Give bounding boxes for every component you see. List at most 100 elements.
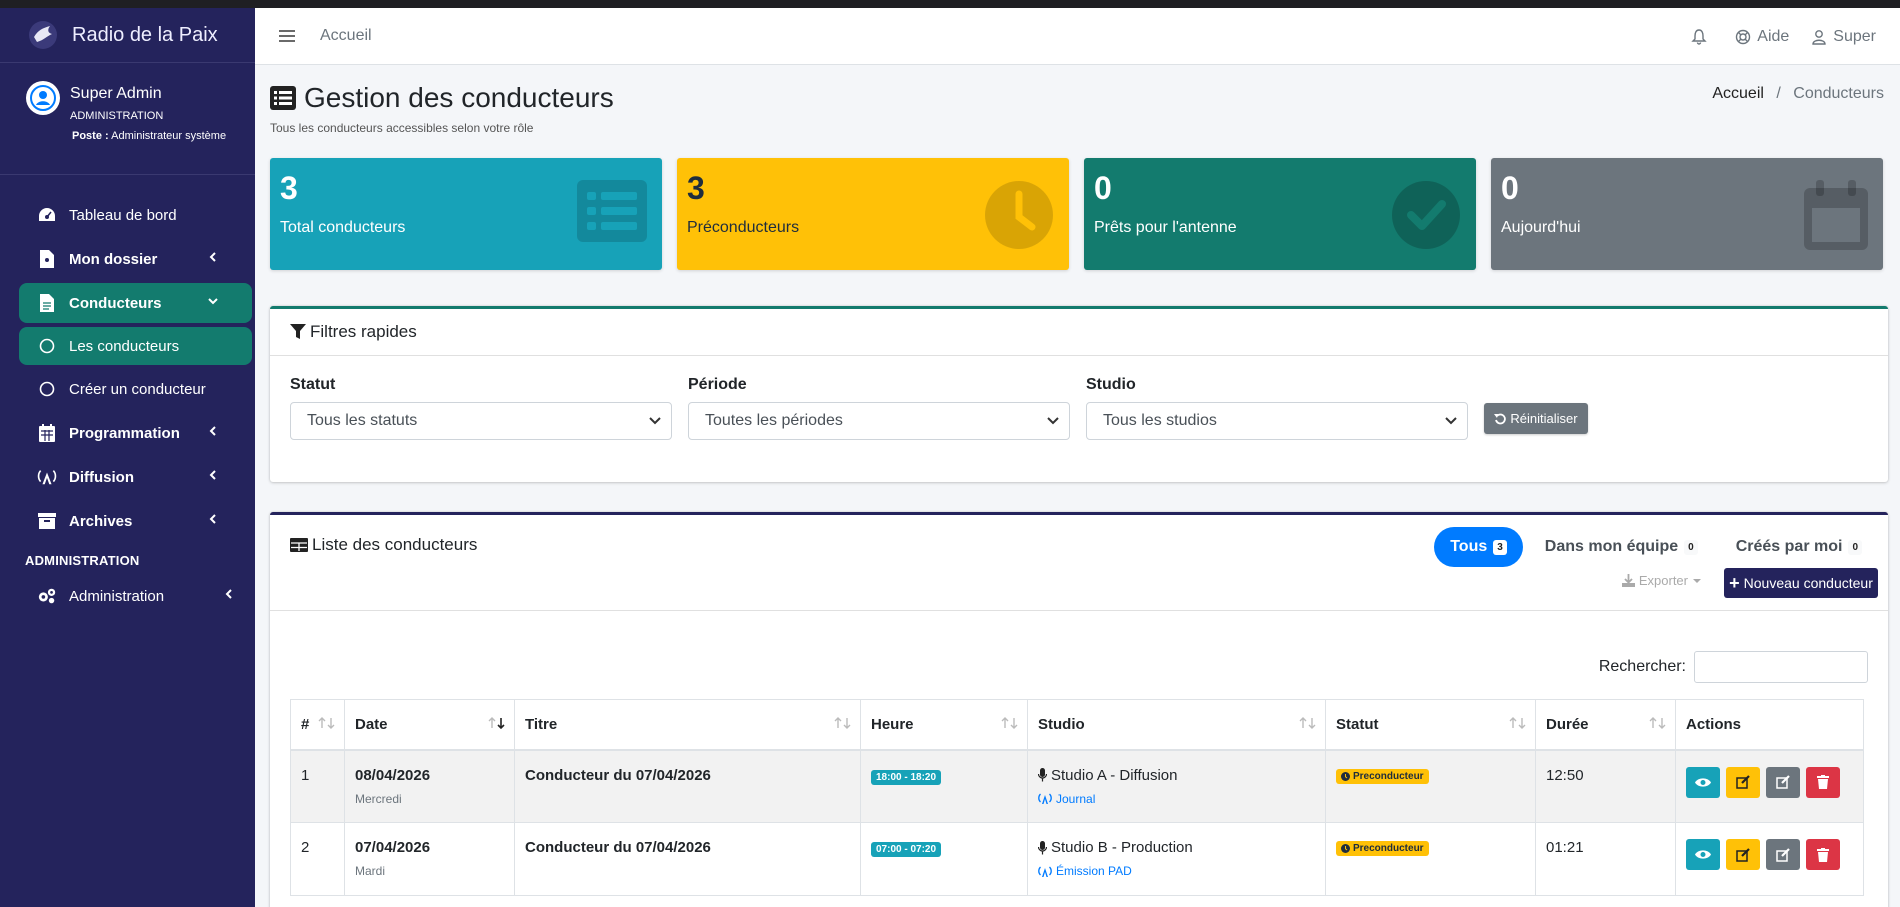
- microphone-icon: [1038, 768, 1047, 782]
- sidebar-item-tableau-de-bord[interactable]: Tableau de bord: [19, 195, 252, 235]
- column-header-num[interactable]: #: [290, 699, 345, 751]
- statut-select-value: Tous les statuts: [307, 412, 418, 429]
- tab-crees-par-moi[interactable]: Créés par moi 0: [1720, 527, 1878, 567]
- sidebar-item-mon-dossier[interactable]: Mon dossier: [19, 239, 252, 279]
- undo-icon: [1494, 413, 1507, 424]
- tab-mon-equipe[interactable]: Dans mon équipe 0: [1529, 527, 1714, 567]
- sidebar-item-label: Diffusion: [69, 468, 134, 486]
- notifications-button[interactable]: [1691, 28, 1713, 45]
- brand[interactable]: Radio de la Paix: [0, 8, 255, 63]
- cell-duration: 01:21: [1535, 822, 1676, 896]
- chevron-left-icon: [209, 426, 216, 436]
- new-conducteur-button[interactable]: + Nouveau conducteur: [1724, 568, 1878, 598]
- gears-icon: [37, 586, 57, 606]
- page-subtitle: Tous les conducteurs accessibles selon v…: [270, 121, 534, 135]
- tab-tous[interactable]: Tous 3: [1434, 527, 1523, 567]
- sidebar-item-label: Programmation: [69, 424, 180, 442]
- sort-icon: [1299, 717, 1316, 729]
- delete-button[interactable]: [1806, 839, 1840, 870]
- sidebar-item-programmation[interactable]: Programmation: [19, 413, 252, 453]
- day-value: Mardi: [355, 864, 386, 878]
- sidebar-item-conducteurs[interactable]: Conducteurs: [19, 283, 252, 323]
- quick-filters-header: Filtres rapides: [270, 309, 1888, 356]
- reset-filters-button[interactable]: Réinitialiser: [1484, 403, 1588, 434]
- sidebar-item-administration[interactable]: Administration: [19, 576, 252, 616]
- tab-count-badge: 0: [1684, 539, 1698, 555]
- column-header-date[interactable]: Date: [344, 699, 515, 751]
- statut-select[interactable]: Tous les statuts: [290, 402, 672, 440]
- table-row[interactable]: 1 08/04/2026 Mercredi Conducteur du 07/04…: [290, 749, 1864, 823]
- table-row[interactable]: 2 07/04/2026 Mardi Conducteur du 07/04/20…: [290, 822, 1864, 896]
- studio-name: Studio B - Production: [1038, 839, 1315, 856]
- chevron-left-icon: [209, 470, 216, 480]
- edit-content-button[interactable]: [1766, 839, 1800, 870]
- edit-button[interactable]: [1726, 839, 1760, 870]
- column-header-studio[interactable]: Studio: [1027, 699, 1326, 751]
- column-header-duree[interactable]: Durée: [1535, 699, 1676, 751]
- column-header-actions: Actions: [1675, 699, 1864, 751]
- view-button[interactable]: [1686, 839, 1720, 870]
- stat-total-conducteurs[interactable]: 3 Total conducteurs: [270, 158, 662, 270]
- cell-title: Conducteur du 07/04/2026: [514, 749, 861, 823]
- dove-logo-icon: [29, 21, 57, 49]
- status-badge: Preconducteur: [1336, 841, 1429, 856]
- time-badge: 07:00 - 07:20: [871, 842, 942, 857]
- sidebar-item-les-conducteurs[interactable]: Les conducteurs: [19, 327, 252, 365]
- cell-duration: 12:50: [1535, 749, 1676, 823]
- tab-label: Tous: [1450, 538, 1488, 555]
- page-title: Gestion des conducteurs: [270, 82, 614, 114]
- edit-button[interactable]: [1726, 766, 1760, 798]
- sidebar-item-diffusion[interactable]: Diffusion: [19, 457, 252, 497]
- emission-link[interactable]: Journal: [1038, 792, 1315, 806]
- list-header: Liste des conducteurs Tous 3 Dans mon éq…: [270, 515, 1888, 611]
- periode-select[interactable]: Toutes les périodes: [688, 402, 1070, 440]
- trash-icon: [1817, 847, 1829, 862]
- user-menu[interactable]: Super: [1811, 28, 1876, 46]
- column-header-titre[interactable]: Titre: [514, 699, 861, 751]
- sidebar-nav: Tableau de bord Mon dossier Conducteurs …: [0, 175, 255, 616]
- time-badge: 18:00 - 18:20: [871, 769, 942, 785]
- column-header-statut[interactable]: Statut: [1325, 699, 1536, 751]
- table-header-row: # Date Titre Heure Studio Statut Durée A…: [290, 699, 1864, 751]
- search-input[interactable]: [1694, 651, 1868, 683]
- emission-link[interactable]: Émission PAD: [1038, 864, 1315, 878]
- folder-icon: [37, 249, 57, 269]
- help-link[interactable]: Aide: [1735, 28, 1789, 46]
- date-value: 08/04/2026: [355, 766, 431, 784]
- sidebar-item-label: Archives: [69, 512, 133, 530]
- sidebar-item-archives[interactable]: Archives: [19, 501, 252, 541]
- breadcrumb-separator: /: [1776, 85, 1781, 102]
- sidebar-item-creer-conducteur[interactable]: Créer un conducteur: [19, 369, 252, 409]
- studio-select[interactable]: Tous les studios: [1086, 402, 1468, 440]
- breadcrumb-home[interactable]: Accueil: [1712, 85, 1764, 102]
- navbar-home-link[interactable]: Accueil: [320, 27, 372, 45]
- stat-preconducteurs[interactable]: 3 Préconducteurs: [677, 158, 1069, 270]
- sidebar-item-label: Mon dossier: [69, 250, 158, 268]
- stat-aujourdhui[interactable]: 0 Aujourd'hui: [1491, 158, 1883, 270]
- file-icon: [37, 293, 57, 313]
- column-header-heure[interactable]: Heure: [860, 699, 1028, 751]
- sidebar-item-label: Conducteurs: [69, 294, 162, 312]
- filter-studio-label: Studio: [1086, 376, 1136, 393]
- view-button[interactable]: [1686, 766, 1720, 798]
- tab-count-badge: 3: [1493, 539, 1507, 555]
- column-label: Heure: [871, 716, 914, 733]
- hamburger-menu-icon[interactable]: [279, 29, 295, 43]
- check-circle-icon: [1392, 181, 1460, 249]
- sort-icon: [834, 717, 851, 729]
- chevron-down-icon: [1445, 417, 1457, 425]
- row-actions: [1686, 766, 1853, 798]
- delete-button[interactable]: [1806, 766, 1840, 798]
- edit-content-button[interactable]: [1766, 766, 1800, 798]
- stat-prets-antenne[interactable]: 0 Prêts pour l'antenne: [1084, 158, 1476, 270]
- calendar-icon: [37, 423, 57, 443]
- page-title-text: Gestion des conducteurs: [304, 82, 614, 113]
- list-icon: [577, 180, 647, 242]
- sort-desc-icon: [488, 717, 505, 729]
- user-avatar-icon[interactable]: [26, 81, 60, 115]
- eye-icon: [1695, 850, 1711, 859]
- export-dropdown[interactable]: Exporter: [1621, 573, 1706, 588]
- download-icon: [1621, 574, 1635, 587]
- user-name[interactable]: Super Admin: [70, 85, 226, 103]
- filter-row: Statut Tous les statuts Période Toutes l…: [270, 356, 1888, 440]
